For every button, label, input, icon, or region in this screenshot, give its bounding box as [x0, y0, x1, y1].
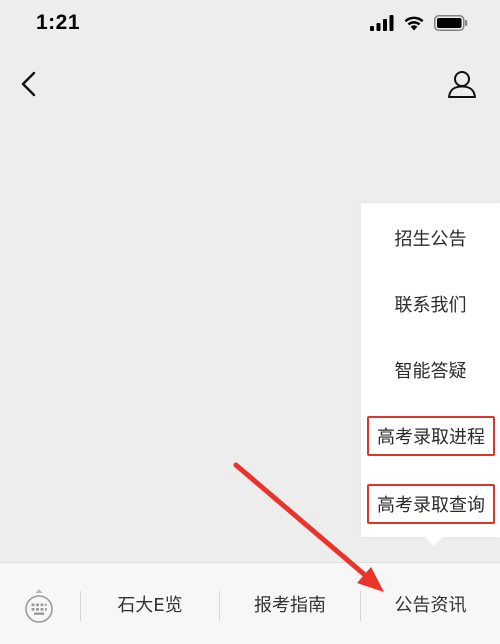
- popup-caret: [425, 537, 443, 546]
- menu-item-admission-progress[interactable]: 高考录取进程: [367, 416, 495, 456]
- status-time: 1:21: [36, 11, 81, 34]
- menu-item-admission-query[interactable]: 高考录取查询: [367, 484, 495, 524]
- menu-item-contact-us[interactable]: 联系我们: [361, 284, 500, 324]
- tab-announcements[interactable]: 公告资讯: [361, 589, 500, 619]
- tab-shida-elan[interactable]: 石大E览: [81, 589, 219, 619]
- battery-icon: [434, 15, 468, 31]
- wifi-icon: [404, 16, 424, 31]
- profile-icon[interactable]: [446, 68, 478, 100]
- keyboard-toggle-icon[interactable]: [22, 587, 56, 627]
- nav-bar: [0, 58, 500, 112]
- back-chevron-icon[interactable]: [14, 68, 46, 100]
- tab-bar: 石大E览 报考指南 公告资讯: [0, 562, 500, 644]
- status-bar: 1:21: [0, 0, 500, 46]
- tab-application-guide[interactable]: 报考指南: [220, 589, 360, 619]
- status-icons: [370, 15, 468, 31]
- cellular-signal-icon: [370, 15, 394, 31]
- menu-item-smart-qa[interactable]: 智能答疑: [361, 350, 500, 390]
- popup-menu: 招生公告 联系我们 智能答疑 高考录取进程 高考录取查询: [361, 203, 500, 537]
- menu-item-admission-notice[interactable]: 招生公告: [361, 218, 500, 258]
